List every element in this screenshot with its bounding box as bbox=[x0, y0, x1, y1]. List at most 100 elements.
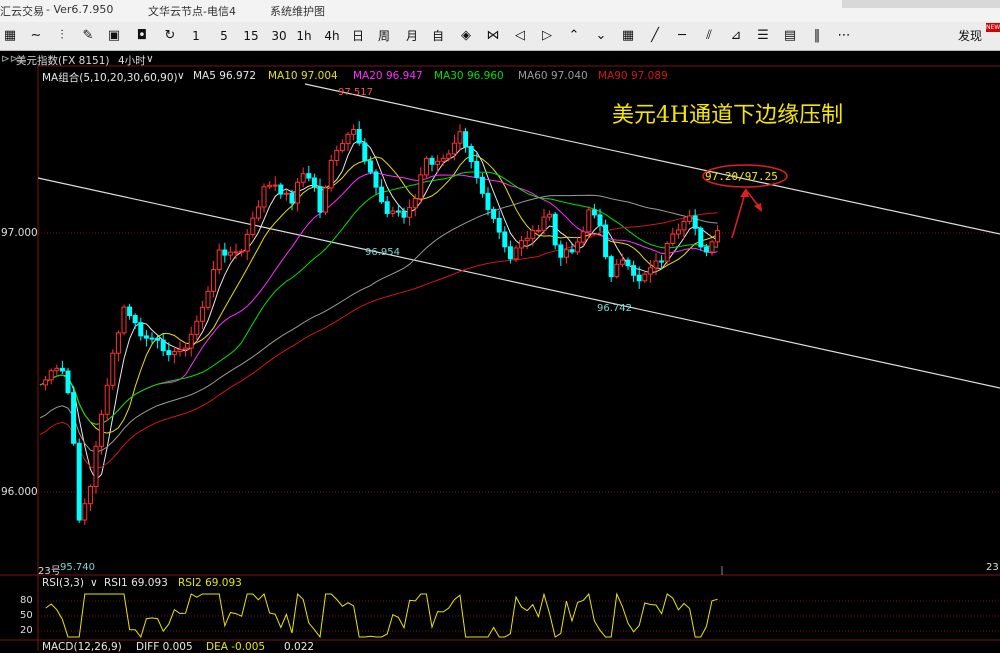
candle-body bbox=[48, 370, 54, 381]
candle-body bbox=[160, 339, 166, 352]
candle-body bbox=[356, 129, 362, 144]
candle-body bbox=[115, 332, 121, 354]
candle-body bbox=[681, 220, 687, 231]
candle-body bbox=[300, 173, 306, 183]
macd-diff-value: DIFF 0.005 bbox=[136, 641, 193, 653]
candle-body bbox=[104, 384, 110, 415]
down-arrow-head bbox=[754, 203, 762, 212]
candle-body bbox=[43, 379, 49, 386]
candle-body bbox=[591, 209, 597, 216]
candle-body bbox=[468, 146, 474, 162]
candle-body bbox=[244, 233, 250, 252]
rsi2-value: RSI2 69.093 bbox=[178, 577, 242, 589]
candle-body bbox=[659, 260, 665, 263]
channel-lower-line bbox=[37, 177, 1000, 389]
candle-body bbox=[334, 149, 340, 161]
macd-indicator-label[interactable]: MACD(12,26,9) bbox=[42, 641, 122, 653]
macd-dea-value: DEA -0.005 bbox=[206, 641, 266, 653]
chevron-down-icon[interactable]: ∨ bbox=[146, 53, 154, 65]
time-label-right: 23 bbox=[986, 562, 999, 573]
up-arrow-line bbox=[731, 189, 747, 239]
candle-body bbox=[71, 392, 77, 444]
ma-group-label[interactable]: MA组合(5,10,20,30,60,90) bbox=[42, 70, 178, 85]
candle-body bbox=[272, 184, 278, 187]
candle-body bbox=[323, 187, 329, 213]
chart-header: ⊳⊳ 美元指数(FX 8151) 4小时 ∨ bbox=[0, 53, 1000, 68]
candle-body bbox=[418, 174, 424, 200]
candle-body bbox=[675, 229, 681, 235]
candle-body bbox=[306, 173, 312, 179]
candle-body bbox=[59, 367, 65, 372]
candle-body bbox=[541, 216, 547, 231]
candle-body bbox=[255, 206, 261, 219]
period-label[interactable]: 4小时 bbox=[118, 53, 146, 68]
candle-body bbox=[647, 267, 653, 275]
candle-body bbox=[390, 210, 396, 214]
candle-body bbox=[87, 485, 93, 505]
mid-low-label: 96.954 bbox=[365, 247, 400, 258]
price-label-97: 97.000 bbox=[1, 227, 38, 239]
candle-body bbox=[625, 259, 631, 267]
time-label-left: 23号 bbox=[38, 566, 61, 577]
ma-group-chevron-icon[interactable]: ∨ bbox=[177, 70, 185, 82]
candle-body bbox=[530, 229, 536, 239]
candle-body bbox=[289, 192, 295, 204]
rsi-indicator-label[interactable]: RSI(3,3) bbox=[42, 577, 84, 589]
rsi-chevron-icon[interactable]: ∨ bbox=[90, 577, 98, 589]
candle-body bbox=[183, 347, 189, 351]
symbol-name: 美元指数(FX 8151) bbox=[16, 55, 110, 67]
rsi-level-50: 50 bbox=[20, 610, 33, 621]
candle-body bbox=[423, 157, 429, 176]
rsi1-value: RSI1 69.093 bbox=[104, 577, 168, 589]
candle-body bbox=[698, 227, 704, 248]
rsi-level-20: 20 bbox=[20, 625, 33, 636]
candle-body bbox=[440, 157, 446, 162]
candle-body bbox=[216, 249, 222, 271]
candle-body bbox=[631, 265, 637, 276]
candle-body bbox=[199, 306, 205, 322]
candle-body bbox=[569, 249, 575, 253]
candle-body bbox=[233, 251, 239, 254]
ma30-value: MA30 96.960 bbox=[434, 70, 504, 82]
candle-body bbox=[547, 213, 553, 218]
candle-body bbox=[311, 177, 317, 188]
candle-body bbox=[474, 160, 480, 178]
candle-body bbox=[317, 186, 323, 213]
ma90-value: MA90 97.089 bbox=[598, 70, 668, 82]
candle-body bbox=[479, 176, 485, 194]
ma30-line bbox=[39, 171, 718, 425]
candle-body bbox=[642, 273, 648, 282]
candle-body bbox=[608, 256, 614, 278]
candle-body bbox=[401, 210, 407, 218]
ma10-value: MA10 97.004 bbox=[268, 70, 338, 82]
candle-body bbox=[99, 413, 105, 447]
candle-body bbox=[670, 233, 676, 245]
chart-canvas bbox=[0, 65, 1000, 651]
candle-body bbox=[362, 142, 368, 162]
candle-body bbox=[76, 442, 82, 521]
candle-body bbox=[295, 181, 301, 204]
candle-body bbox=[597, 214, 603, 226]
macd-value: 0.022 bbox=[284, 641, 315, 653]
candle-body bbox=[283, 192, 289, 195]
candle-body bbox=[149, 337, 155, 340]
candle-body bbox=[205, 290, 211, 308]
candle-body bbox=[395, 210, 401, 213]
candle-body bbox=[267, 184, 273, 188]
candle-body bbox=[552, 213, 558, 246]
candle-body bbox=[496, 217, 502, 233]
candle-body bbox=[412, 198, 418, 209]
candle-body bbox=[457, 131, 463, 144]
candle-body bbox=[121, 306, 127, 334]
candle-body bbox=[614, 263, 620, 278]
candle-body bbox=[82, 503, 88, 521]
candle-body bbox=[166, 350, 172, 356]
candle-body bbox=[513, 247, 519, 260]
candle-body bbox=[171, 351, 177, 356]
candle-body bbox=[519, 240, 525, 249]
price-label-96: 96.000 bbox=[1, 486, 38, 498]
high-label: 97.517 bbox=[338, 87, 373, 98]
annotation-title: 美元4H通道下边缘压制 bbox=[612, 103, 844, 128]
candle-body bbox=[692, 215, 698, 229]
candle-body bbox=[127, 306, 133, 317]
